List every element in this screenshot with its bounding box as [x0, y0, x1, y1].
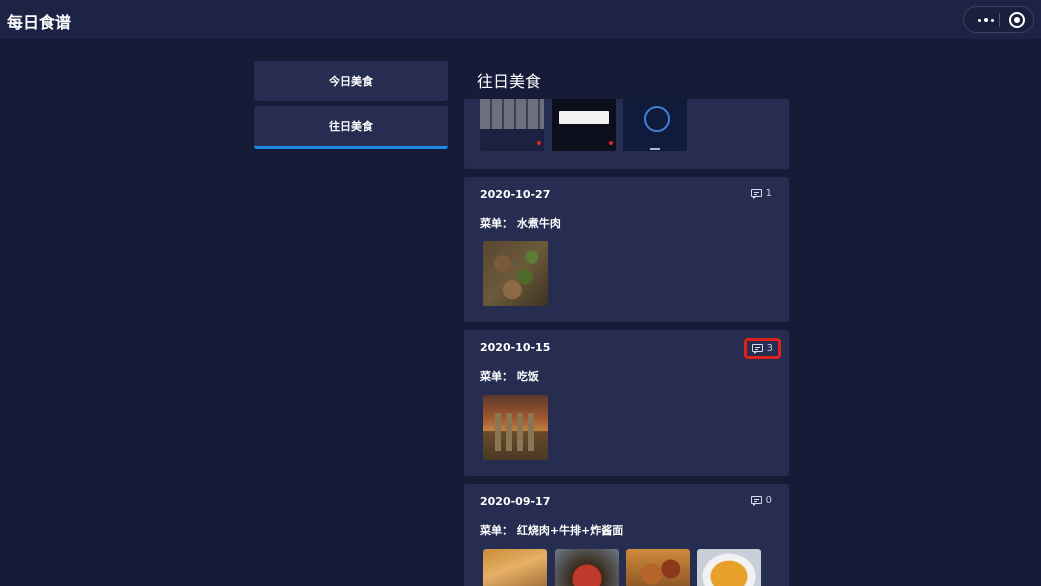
- recipe-menu: 菜单： 水煮牛肉: [480, 215, 561, 231]
- comment-count-value: 1: [765, 188, 772, 199]
- comment-count[interactable]: 3: [743, 338, 781, 359]
- recipe-date: 2020-09-17: [480, 495, 551, 508]
- tab-past-food[interactable]: 往日美食: [254, 106, 448, 149]
- recipe-card[interactable]: 2020-10-27 1 菜单： 水煮牛肉: [464, 177, 789, 322]
- more-options-icon[interactable]: [972, 10, 1000, 30]
- menu-prefix: 菜单：: [480, 524, 513, 537]
- title-bar: 每日食谱: [0, 0, 1041, 39]
- recipe-photo[interactable]: [555, 549, 619, 586]
- recipe-date: 2020-10-15: [480, 341, 551, 354]
- recipe-thumbnail[interactable]: [480, 99, 544, 151]
- recipe-thumbnail[interactable]: [552, 99, 616, 151]
- recipe-date: 2020-10-27: [480, 188, 551, 201]
- mini-program-capsule: [963, 6, 1034, 33]
- menu-text: 吃饭: [516, 370, 539, 383]
- comment-icon: [750, 495, 762, 506]
- menu-prefix: 菜单：: [480, 370, 513, 383]
- recipe-photo[interactable]: [626, 549, 690, 586]
- comment-icon: [750, 188, 762, 199]
- recipe-photo[interactable]: [483, 549, 547, 586]
- tab-today-food[interactable]: 今日美食: [254, 61, 448, 101]
- menu-prefix: 菜单：: [480, 217, 513, 230]
- recipe-card[interactable]: 2020-09-17 0 菜单： 红烧肉+牛排+炸酱面: [464, 484, 789, 586]
- comment-icon: [751, 343, 763, 354]
- section-title: 往日美食: [477, 72, 542, 91]
- recipe-thumbnail[interactable]: [623, 99, 687, 151]
- menu-text: 水煮牛肉: [516, 217, 561, 230]
- recipe-card-partial[interactable]: [464, 99, 789, 169]
- recipe-photo[interactable]: [483, 241, 548, 306]
- recipe-menu: 菜单： 红烧肉+牛排+炸酱面: [480, 522, 623, 538]
- comment-count-value: 0: [765, 495, 772, 506]
- comment-count-value: 3: [766, 343, 773, 354]
- recipe-photo[interactable]: [697, 549, 761, 586]
- recipe-menu: 菜单： 吃饭: [480, 368, 539, 384]
- recipe-photo[interactable]: [483, 395, 548, 460]
- comment-count[interactable]: 0: [750, 495, 772, 506]
- app-title: 每日食谱: [7, 13, 72, 32]
- capsule-divider: [999, 13, 1000, 27]
- menu-text: 红烧肉+牛排+炸酱面: [516, 524, 624, 537]
- close-target-icon[interactable]: [1009, 12, 1025, 28]
- recipe-card[interactable]: 2020-10-15 3 菜单： 吃饭: [464, 330, 789, 476]
- comment-count[interactable]: 1: [750, 188, 772, 199]
